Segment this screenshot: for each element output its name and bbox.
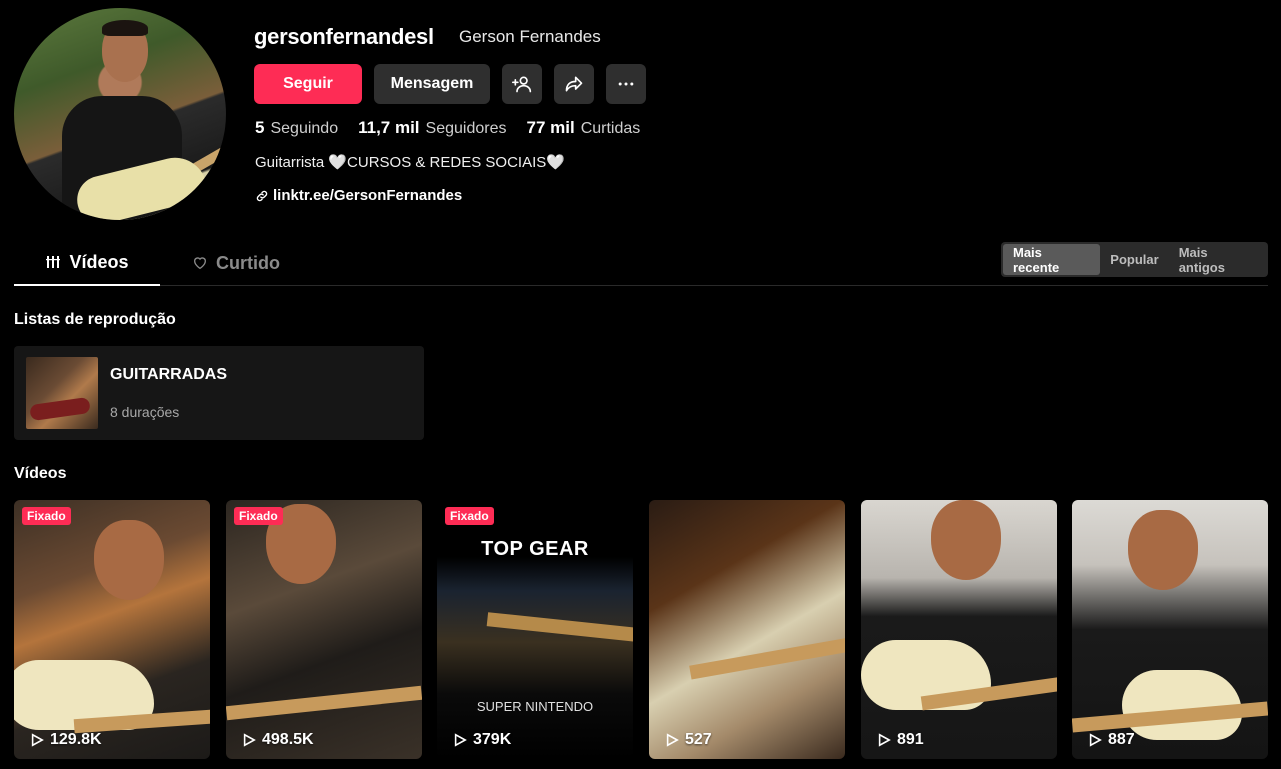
video-card[interactable]: 891 — [861, 500, 1057, 759]
tab-videos[interactable]: Vídeos — [14, 240, 160, 286]
play-icon — [1089, 733, 1102, 747]
stat-label: Curtidas — [580, 120, 641, 137]
stat-likes: 77 mil Curtidas — [526, 118, 640, 138]
stat-value: 5 — [255, 118, 265, 137]
tab-liked[interactable]: Curtido — [192, 240, 280, 286]
play-icon — [666, 733, 679, 747]
pinned-badge: Fixado — [445, 507, 494, 525]
stat-label: Seguidores — [425, 120, 507, 137]
sort-oldest[interactable]: Mais antigos — [1169, 244, 1266, 275]
stat-value: 11,7 mil — [358, 118, 420, 137]
add-user-icon — [512, 76, 532, 93]
stat-following[interactable]: 5 Seguindo — [255, 118, 338, 138]
view-count: 527 — [685, 731, 712, 748]
view-count: 129.8K — [50, 731, 102, 748]
video-views: 887 — [1088, 731, 1135, 749]
share-button[interactable] — [554, 64, 594, 104]
play-icon — [31, 733, 44, 747]
heart-lock-icon — [193, 257, 207, 270]
video-card[interactable]: 527 — [649, 500, 845, 759]
video-card[interactable]: Fixado 498.5K — [226, 500, 422, 759]
play-icon — [243, 733, 256, 747]
profile-link-text: linktr.ee/GersonFernandes — [273, 187, 463, 204]
profile-nickname: Gerson Fernandes — [459, 27, 601, 46]
grid-lines-icon — [46, 256, 61, 268]
playlist-card[interactable]: GUITARRADAS 8 durações — [14, 346, 424, 440]
video-views: 129.8K — [30, 731, 102, 749]
share-icon — [565, 76, 583, 92]
stat-value: 77 mil — [526, 118, 575, 137]
play-icon — [454, 733, 467, 747]
video-views: 498.5K — [242, 731, 314, 749]
play-icon — [878, 733, 891, 747]
playlist-thumbnail — [26, 357, 98, 429]
stat-followers[interactable]: 11,7 mil Seguidores — [358, 118, 506, 138]
video-overlay-subtitle: SUPER NINTENDO — [476, 699, 594, 714]
view-count: 379K — [473, 731, 512, 748]
video-views: 379K — [453, 731, 511, 749]
follow-button[interactable]: Seguir — [254, 64, 362, 104]
profile-avatar — [14, 8, 226, 220]
link-icon — [256, 190, 268, 201]
more-options-button[interactable] — [606, 64, 646, 104]
playlist-count: 8 durações — [110, 404, 180, 420]
view-count: 498.5K — [262, 731, 314, 748]
video-views: 891 — [877, 731, 924, 749]
video-views: 527 — [665, 731, 712, 749]
add-friend-button[interactable] — [502, 64, 542, 104]
pinned-badge: Fixado — [234, 507, 283, 525]
playlists-heading: Listas de reprodução — [14, 311, 176, 328]
profile-username: gersonfernandesl — [254, 24, 434, 49]
playlist-name: GUITARRADAS — [110, 366, 228, 383]
profile-stats: 5 Seguindo 11,7 mil Seguidores 77 mil Cu… — [255, 118, 660, 138]
sort-popular[interactable]: Popular — [1100, 244, 1168, 275]
sort-most-recent[interactable]: Mais recente — [1003, 244, 1101, 275]
stat-label: Seguindo — [270, 120, 339, 137]
video-card[interactable]: 887 — [1072, 500, 1268, 759]
more-dots-icon — [618, 82, 634, 86]
pinned-badge: Fixado — [22, 507, 71, 525]
tab-label: Vídeos — [69, 251, 129, 272]
profile-link[interactable]: linktr.ee/GersonFernandes — [255, 187, 462, 204]
message-button[interactable]: Mensagem — [374, 64, 490, 104]
sort-selector: Mais recente Popular Mais antigos — [1001, 242, 1268, 277]
tab-label: Curtido — [216, 252, 280, 273]
video-card[interactable]: Fixado 129.8K — [14, 500, 210, 759]
view-count: 887 — [1108, 731, 1135, 748]
video-card[interactable]: Fixado TOP GEAR SUPER NINTENDO 379K — [437, 500, 633, 759]
view-count: 891 — [897, 731, 924, 748]
video-overlay-title: TOP GEAR — [481, 538, 589, 560]
profile-bio: Guitarrista 🤍CURSOS & REDES SOCIAIS🤍 — [255, 154, 565, 171]
videos-heading: Vídeos — [14, 465, 67, 482]
